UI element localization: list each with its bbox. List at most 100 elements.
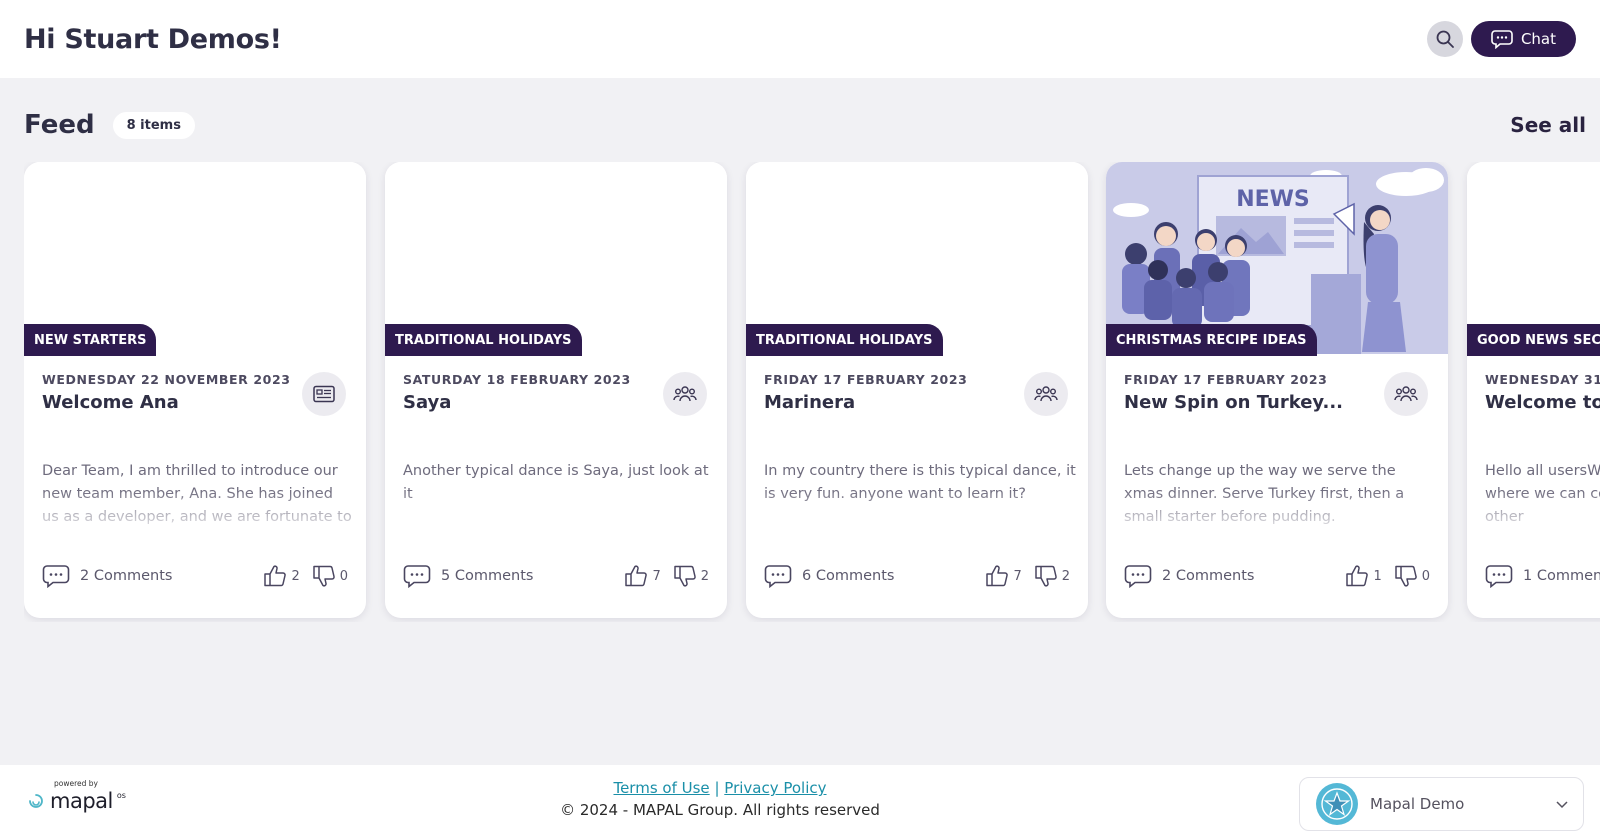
legal-links: Terms of Use | Privacy Policy © 2024 - M… xyxy=(520,779,920,819)
powered-by-text: powered by xyxy=(54,779,98,788)
card-category-tag: NEW STARTERS xyxy=(24,324,157,356)
powered-by-logo[interactable]: powered by mapal os xyxy=(26,779,146,819)
comment-icon xyxy=(1485,565,1513,588)
chat-button[interactable]: Chat xyxy=(1470,21,1576,57)
card-date: WEDNESDAY 31 JANUARY 2024 xyxy=(1485,372,1600,387)
like-button[interactable]: 7 xyxy=(624,564,661,588)
copyright-text: © 2024 - MAPAL Group. All rights reserve… xyxy=(560,801,880,819)
news-image-text: NEWS xyxy=(1236,187,1310,212)
thumbs-down-icon xyxy=(673,565,696,587)
comment-icon xyxy=(403,565,431,588)
org-name: Mapal Demo xyxy=(1370,795,1465,813)
card-footer: 5 Comments 7 2 xyxy=(403,562,709,590)
comments-count: 5 Comments xyxy=(441,568,534,584)
like-button[interactable]: 2 xyxy=(263,564,300,588)
card-footer: 1 Comments xyxy=(1485,562,1600,590)
card-category-tag: TRADITIONAL HOLIDAYS xyxy=(746,324,943,356)
dislike-count: 0 xyxy=(339,568,348,584)
card-excerpt: Hello all usersWelcome to Mapal One, whe… xyxy=(1485,463,1600,525)
page-footer: powered by mapal os Terms of Use | Priva… xyxy=(0,765,1600,837)
thumbs-down-icon xyxy=(312,565,335,587)
comments-count: 2 Comments xyxy=(80,568,173,584)
legal-separator: | xyxy=(714,779,720,797)
top-actions: Chat xyxy=(1426,21,1576,57)
feed-count-badge: 8 items xyxy=(112,111,195,139)
chat-bubble-icon xyxy=(1491,30,1513,49)
card-date: FRIDAY 17 FEBRUARY 2023 xyxy=(1124,372,1328,387)
dislike-button[interactable]: 0 xyxy=(1394,564,1430,588)
see-all-link[interactable]: See all xyxy=(1510,113,1586,137)
card-excerpt: Lets change up the way we serve the xmas… xyxy=(1124,463,1405,525)
organization-selector[interactable]: Mapal Demo xyxy=(1299,777,1584,831)
comments-button[interactable]: 2 Comments xyxy=(42,564,172,588)
dislike-count: 0 xyxy=(1421,568,1430,584)
reactions: 2 0 xyxy=(263,564,348,588)
thumbs-up-icon xyxy=(986,565,1009,587)
dislike-button[interactable]: 2 xyxy=(673,564,709,588)
group-icon xyxy=(663,372,707,416)
comments-count: 6 Comments xyxy=(802,568,895,584)
comments-button[interactable]: 5 Comments xyxy=(403,564,533,588)
card-date: SATURDAY 18 FEBRUARY 2023 xyxy=(403,372,631,387)
card-title: New Spin on Turkey... xyxy=(1124,392,1343,413)
feed-card[interactable]: TRADITIONAL HOLIDAYS SATURDAY 18 FEBRUAR… xyxy=(385,162,727,618)
thumbs-down-icon xyxy=(1394,565,1417,587)
chat-button-label: Chat xyxy=(1520,30,1556,48)
search-button[interactable] xyxy=(1426,21,1463,57)
like-count: 7 xyxy=(652,568,661,584)
feed-title: Feed xyxy=(24,110,95,140)
greeting-title: Hi Stuart Demos! xyxy=(24,23,282,55)
feed-header: Feed 8 items See all xyxy=(24,108,1586,142)
like-button[interactable]: 7 xyxy=(985,564,1022,588)
news-card-icon xyxy=(302,372,346,416)
star-badge-icon xyxy=(1321,788,1353,820)
card-date: WEDNESDAY 22 NOVEMBER 2023 xyxy=(42,372,291,387)
thumbs-up-icon xyxy=(1346,565,1369,587)
card-title: Saya xyxy=(403,392,452,413)
comments-count: 1 Comments xyxy=(1523,568,1600,584)
dislike-count: 2 xyxy=(700,568,709,584)
card-excerpt: Another typical dance is Saya, just look… xyxy=(403,463,709,502)
like-button[interactable]: 1 xyxy=(1345,564,1382,588)
mapal-logo: mapal os xyxy=(26,789,126,813)
comments-count: 2 Comments xyxy=(1162,568,1255,584)
card-category-tag: CHRISTMAS RECIPE IDEAS xyxy=(1106,324,1317,356)
like-count: 7 xyxy=(1013,568,1022,584)
dislike-count: 2 xyxy=(1061,568,1070,584)
card-footer: 2 Comments 2 0 xyxy=(42,562,348,590)
card-title: Welcome Ana xyxy=(42,392,179,413)
feed-card[interactable]: GOOD NEWS SECTION WEDNESDAY 31 JANUARY 2… xyxy=(1467,162,1600,618)
like-count: 1 xyxy=(1373,568,1382,584)
group-icon xyxy=(1384,372,1428,416)
feed-card[interactable]: NEWS CHRISTMAS RECIPE IDEAS FRIDAY 17 FE… xyxy=(1106,162,1448,618)
card-title: Marinera xyxy=(764,392,856,413)
comments-button[interactable]: 1 Comments xyxy=(1485,564,1600,588)
comments-button[interactable]: 6 Comments xyxy=(764,564,894,588)
dislike-button[interactable]: 2 xyxy=(1034,564,1070,588)
reactions: 7 2 xyxy=(624,564,709,588)
privacy-policy-link[interactable]: Privacy Policy xyxy=(724,779,826,797)
card-excerpt: In my country there is this typical danc… xyxy=(764,463,1076,502)
comments-button[interactable]: 2 Comments xyxy=(1124,564,1254,588)
card-footer: 2 Comments 1 0 xyxy=(1124,562,1430,590)
thumbs-up-icon xyxy=(264,565,287,587)
card-category-tag: TRADITIONAL HOLIDAYS xyxy=(385,324,582,356)
terms-of-use-link[interactable]: Terms of Use xyxy=(613,779,709,797)
group-icon xyxy=(1024,372,1068,416)
feed-card[interactable]: TRADITIONAL HOLIDAYS FRIDAY 17 FEBRUARY … xyxy=(746,162,1088,618)
reactions: 7 2 xyxy=(985,564,1070,588)
feed-card[interactable]: NEW STARTERS WEDNESDAY 22 NOVEMBER 2023 … xyxy=(24,162,366,618)
comment-icon xyxy=(1124,565,1152,588)
like-count: 2 xyxy=(291,568,300,584)
search-icon xyxy=(1436,30,1454,48)
card-excerpt: Dear Team, I am thrilled to introduce ou… xyxy=(42,463,352,525)
comment-icon xyxy=(42,565,70,588)
dislike-button[interactable]: 0 xyxy=(312,564,348,588)
card-date: FRIDAY 17 FEBRUARY 2023 xyxy=(764,372,968,387)
brand-suffix: os xyxy=(116,791,126,800)
chevron-down-icon xyxy=(1556,801,1568,809)
card-footer: 6 Comments 7 2 xyxy=(764,562,1070,590)
brand-wordmark: mapal xyxy=(50,789,113,813)
reactions: 1 0 xyxy=(1345,564,1430,588)
feed-carousel: NEW STARTERS WEDNESDAY 22 NOVEMBER 2023 … xyxy=(24,162,1600,622)
